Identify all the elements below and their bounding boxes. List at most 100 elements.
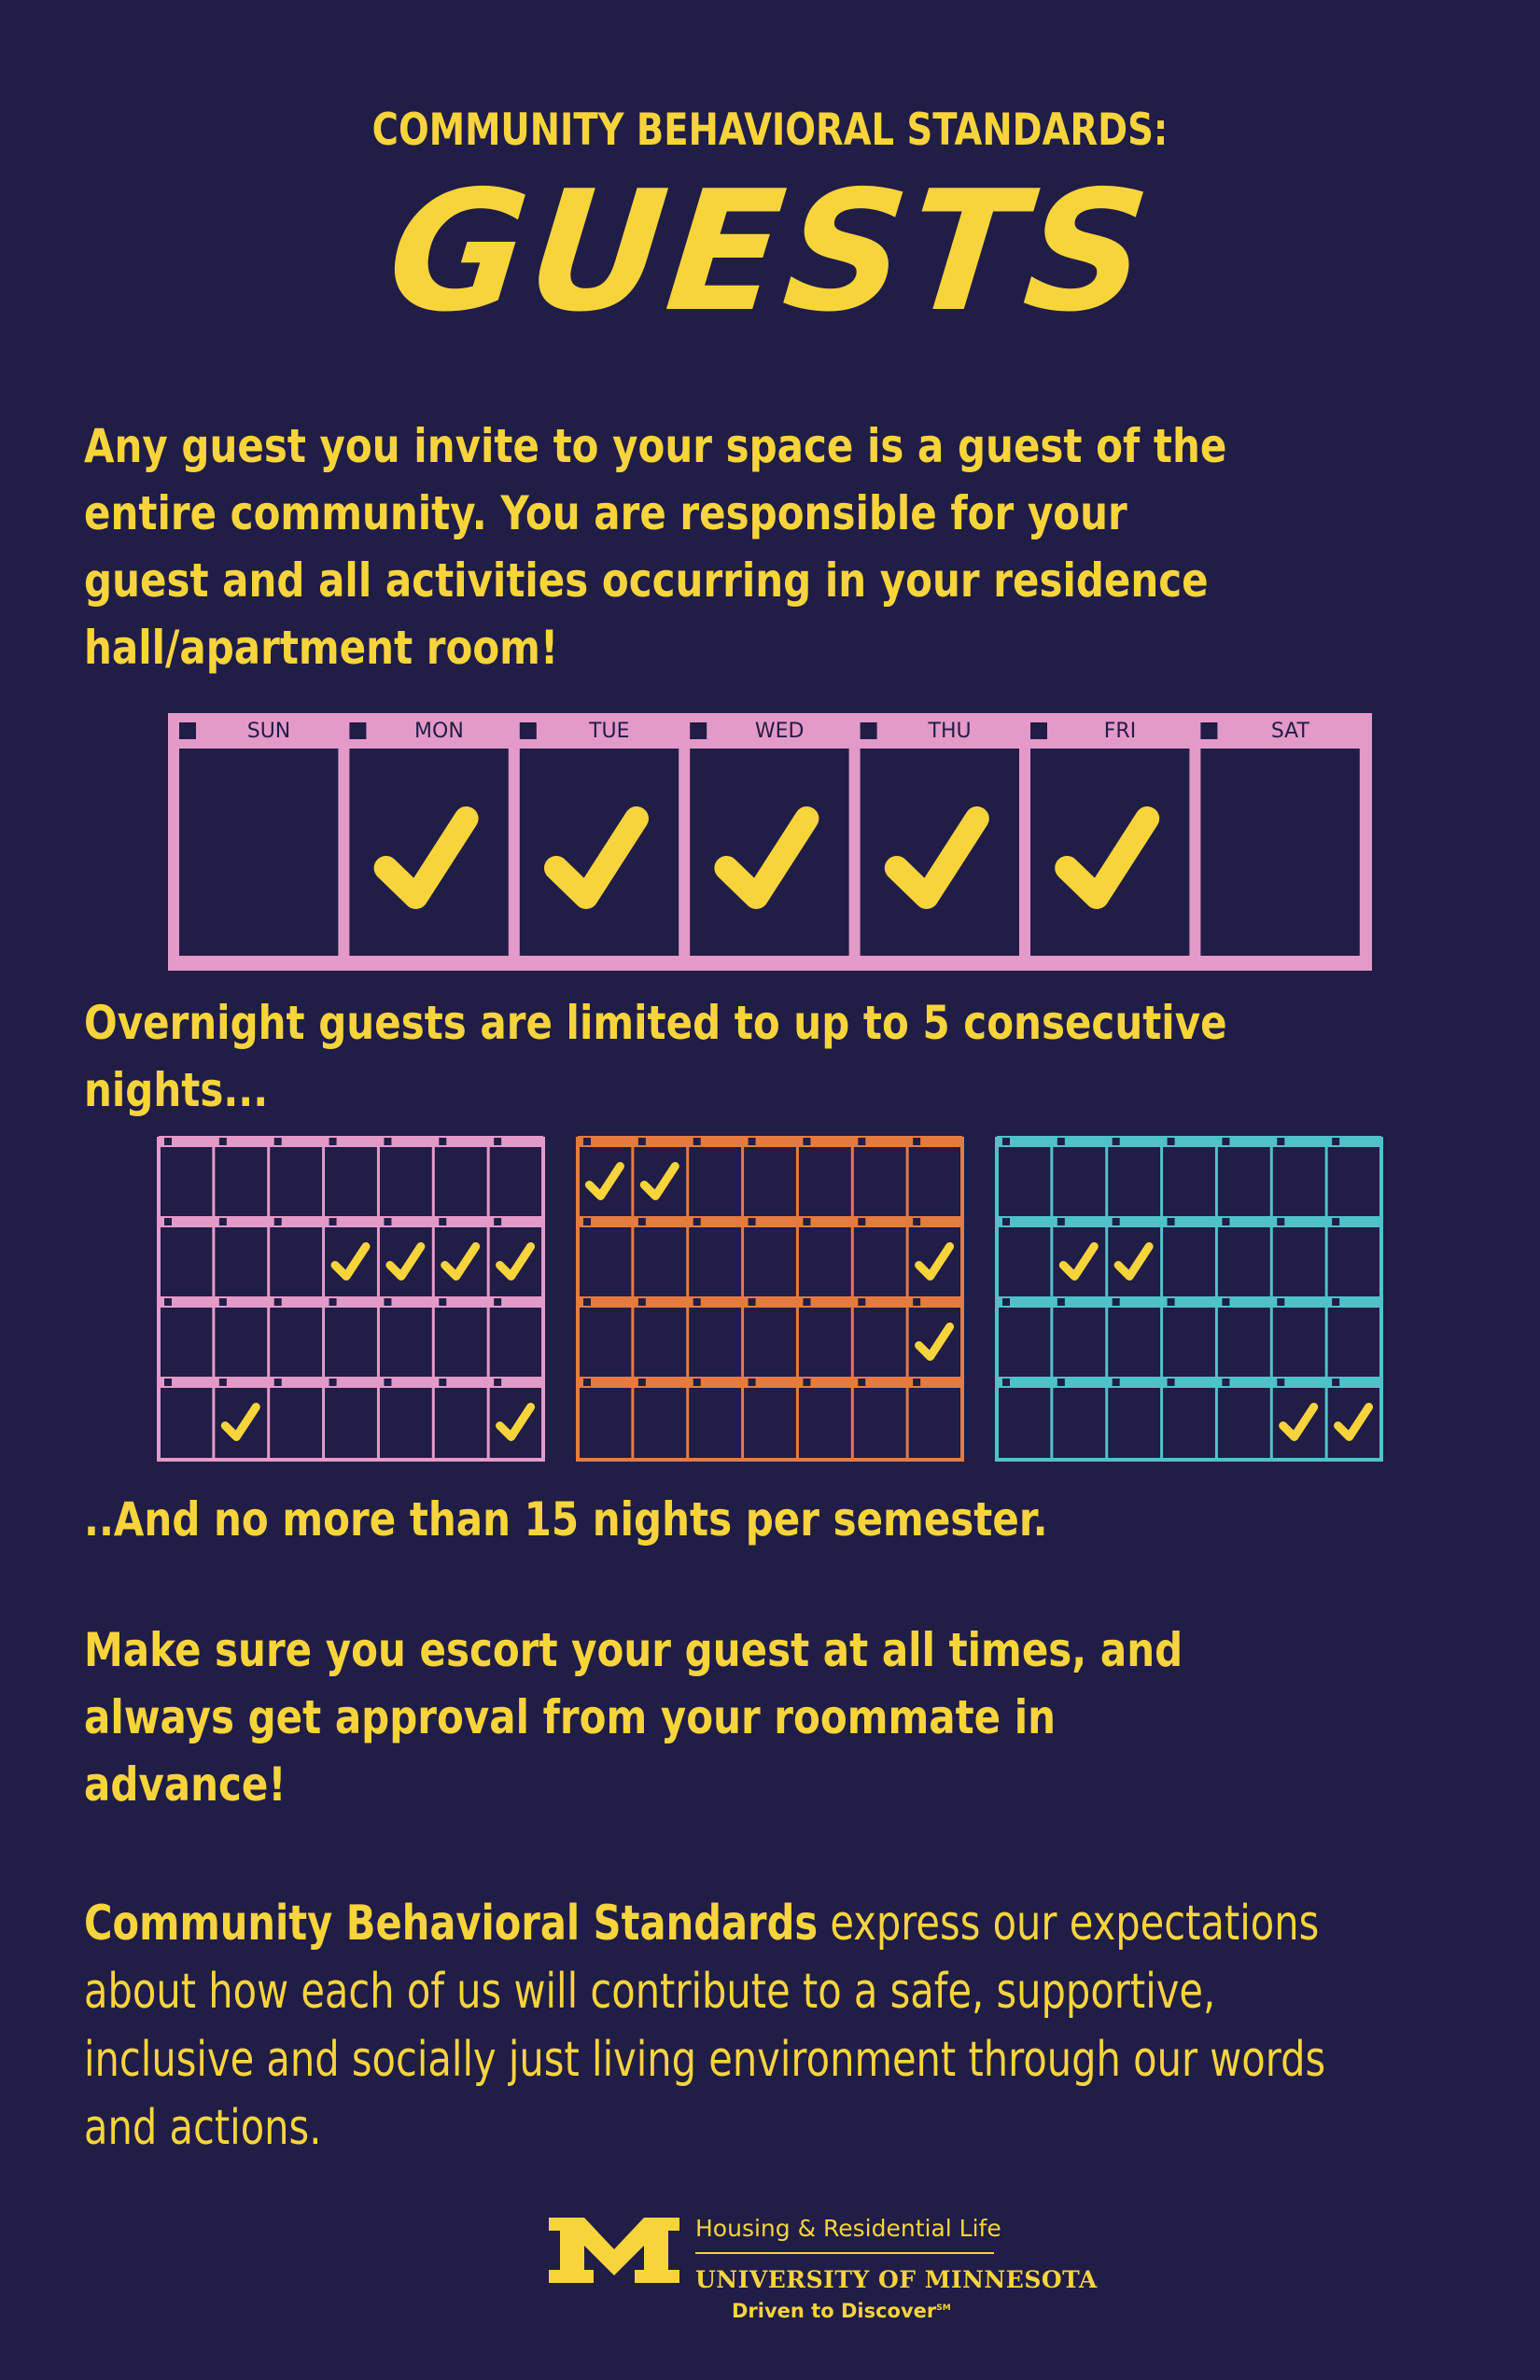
month-calendar-teal	[995, 1136, 1383, 1462]
escort-text: Make sure you escort your guest at all t…	[84, 1623, 1183, 1812]
day-marker	[913, 1298, 921, 1306]
day-marker	[1002, 1218, 1010, 1225]
day-marker	[1222, 1218, 1230, 1225]
check-mark-icon	[639, 1162, 679, 1200]
day-marker	[1222, 1379, 1230, 1386]
day-label: TUE	[588, 720, 629, 743]
day-marker	[1277, 1379, 1285, 1386]
week-header-bar	[578, 1136, 962, 1147]
day-label: MON	[414, 720, 464, 743]
day-marker	[637, 1138, 646, 1145]
check-mark-icon	[441, 1242, 481, 1281]
day-marker	[858, 1218, 866, 1225]
logo-department: Housing & Residential Life	[695, 2215, 1001, 2242]
day-marker	[1112, 1298, 1120, 1306]
day-marker	[164, 1298, 172, 1306]
day-marker	[1222, 1138, 1230, 1145]
university-block-m-logo	[549, 2218, 679, 2283]
day-marker	[1277, 1298, 1285, 1306]
logo-tagline-mark: SM	[936, 2303, 951, 2313]
day-marker	[583, 1138, 591, 1145]
day-marker	[1222, 1298, 1230, 1306]
day-marker	[803, 1138, 811, 1145]
day-marker	[858, 1298, 866, 1306]
day-marker	[803, 1379, 811, 1386]
day-label: THU	[928, 720, 972, 743]
day-marker	[748, 1218, 756, 1225]
day-marker	[1332, 1218, 1340, 1225]
day-marker	[494, 1298, 502, 1306]
day-marker	[1057, 1298, 1065, 1306]
kicker-heading: COMMUNITY BEHAVIORAL STANDARDS:	[371, 105, 1169, 156]
day-marker	[273, 1218, 282, 1225]
day-marker	[1332, 1138, 1340, 1145]
day-marker	[1112, 1218, 1120, 1225]
day-marker	[637, 1379, 646, 1386]
day-marker	[913, 1218, 921, 1225]
day-marker	[1030, 722, 1047, 739]
day-marker	[273, 1298, 282, 1306]
day-marker	[1277, 1218, 1285, 1225]
logo-tagline-text: Driven to Discover	[732, 2300, 937, 2322]
day-marker	[693, 1379, 701, 1386]
day-marker	[637, 1218, 646, 1225]
day-marker	[494, 1218, 502, 1225]
check-mark-icon	[330, 1242, 371, 1281]
footer-lead: Community Behavioral Standards	[84, 1896, 819, 1952]
day-marker	[693, 1218, 701, 1225]
check-mark-icon	[1279, 1403, 1319, 1441]
check-mark-icon	[496, 1242, 536, 1281]
day-marker	[384, 1298, 392, 1306]
week-header-bar	[159, 1216, 543, 1227]
week-calendar: SUN MON TUE WED THU FRI SAT	[168, 713, 1372, 971]
day-cell	[860, 749, 1019, 956]
day-marker	[1112, 1379, 1120, 1386]
day-marker	[329, 1298, 337, 1306]
day-label: WED	[755, 720, 805, 743]
day-marker	[803, 1218, 811, 1225]
day-marker	[273, 1138, 282, 1145]
day-marker	[384, 1218, 392, 1225]
day-marker	[218, 1379, 227, 1386]
day-marker	[1057, 1379, 1065, 1386]
day-marker	[439, 1298, 447, 1306]
day-marker	[1332, 1298, 1340, 1306]
footer-paragraph: Community Behavioral Standards express o…	[84, 1890, 1368, 2163]
week-header-bar	[578, 1296, 962, 1308]
day-marker	[384, 1138, 392, 1145]
day-cell	[179, 749, 339, 956]
day-marker	[690, 722, 707, 739]
intro-paragraph: Any guest you invite to your space is a …	[84, 419, 1227, 675]
day-marker	[218, 1218, 227, 1225]
week-header-bar	[997, 1136, 1381, 1147]
day-marker	[1057, 1218, 1065, 1225]
month-calendar-pink	[157, 1136, 545, 1462]
check-mark-icon	[220, 1403, 260, 1441]
day-marker	[748, 1379, 756, 1386]
day-marker	[1277, 1138, 1285, 1145]
day-marker	[439, 1138, 447, 1145]
day-marker	[1002, 1298, 1010, 1306]
week-header-bar	[159, 1136, 543, 1147]
day-marker	[439, 1218, 447, 1225]
day-cell	[1200, 749, 1360, 956]
day-marker	[1167, 1138, 1175, 1145]
day-marker	[1057, 1138, 1065, 1145]
week-header-bar	[578, 1216, 962, 1227]
day-marker	[1112, 1138, 1120, 1145]
day-marker	[1167, 1379, 1175, 1386]
day-marker	[329, 1379, 337, 1386]
page-title: GUESTS	[380, 155, 1160, 348]
week-header-bar	[578, 1377, 962, 1388]
day-marker	[803, 1298, 811, 1306]
month-calendar-orange	[576, 1136, 964, 1462]
day-marker	[860, 722, 877, 739]
day-marker	[913, 1138, 921, 1145]
day-marker	[583, 1298, 591, 1306]
day-marker	[693, 1298, 701, 1306]
day-marker	[329, 1218, 337, 1225]
day-marker	[218, 1138, 227, 1145]
check-mark-icon	[1334, 1403, 1374, 1441]
check-mark-icon	[915, 1242, 955, 1281]
day-marker	[519, 722, 537, 739]
